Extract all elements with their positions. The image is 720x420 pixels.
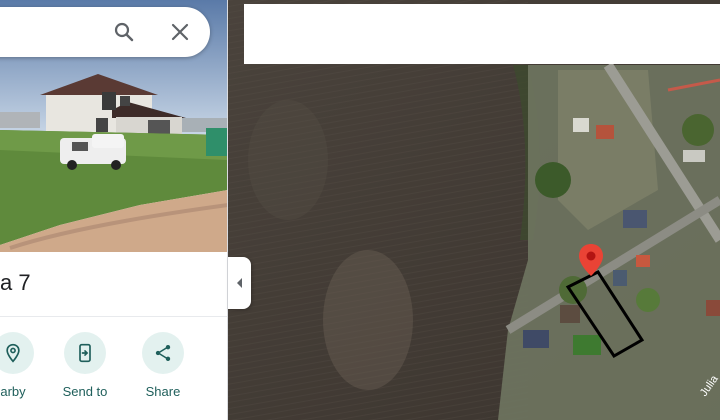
search-icon[interactable]: [112, 20, 136, 44]
send-to-phone-button[interactable]: Send to: [50, 332, 120, 399]
place-title: a 7: [0, 270, 31, 295]
close-icon[interactable]: [168, 20, 192, 44]
nearby-icon: [0, 332, 34, 374]
place-photo[interactable]: [0, 0, 227, 252]
place-panel: a 7 arby Send to Share: [0, 0, 228, 420]
map-overlay-bar: [244, 4, 720, 64]
chevron-left-icon: [236, 278, 242, 288]
divider: [0, 316, 227, 317]
collapse-panel-button[interactable]: [228, 257, 251, 309]
share-label: Share: [145, 384, 181, 399]
search-bar[interactable]: [0, 7, 210, 57]
share-icon: [142, 332, 184, 374]
nearby-label: arby: [0, 384, 26, 399]
nearby-button[interactable]: arby: [0, 332, 48, 399]
map-pin-icon[interactable]: [579, 244, 603, 276]
send-to-label: Send to: [62, 384, 108, 399]
send-to-phone-icon: [64, 332, 106, 374]
share-button[interactable]: Share: [128, 332, 198, 399]
